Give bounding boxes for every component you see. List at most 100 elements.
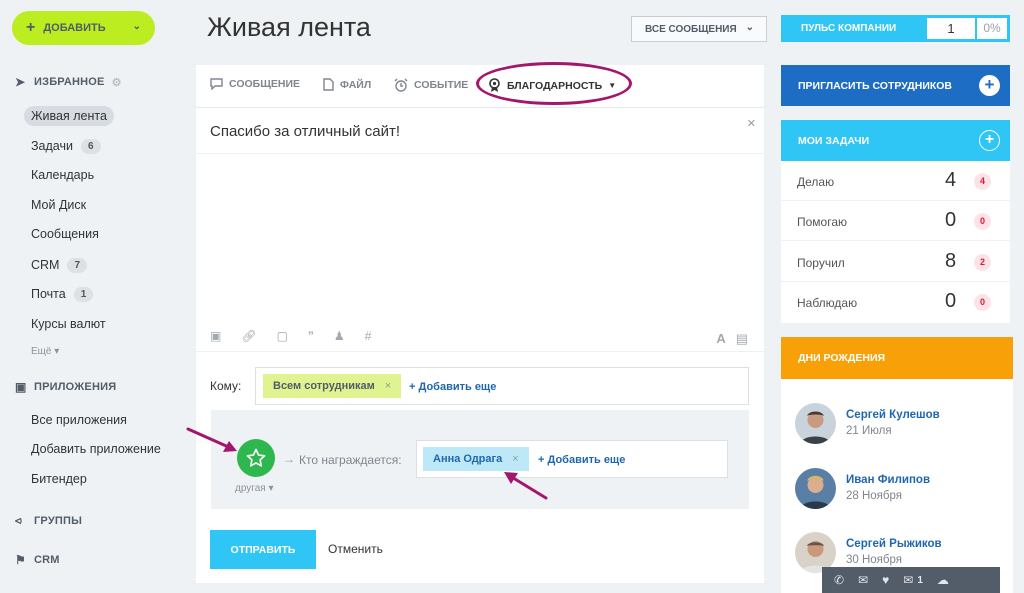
task-row[interactable]: Наблюдаю 0 0 — [781, 282, 1010, 322]
message-text[interactable]: Спасибо за отличный сайт! — [210, 123, 400, 140]
tab-message[interactable]: СООБЩЕНИЕ — [210, 78, 300, 90]
task-row[interactable]: Делаю 4 4 — [781, 161, 1010, 201]
count-badge: 6 — [80, 138, 101, 154]
sidebar-item-label: Битендер — [31, 472, 87, 486]
gratitude-badge-button[interactable] — [237, 439, 275, 477]
user-mention-icon[interactable]: ♟ — [334, 329, 345, 343]
birthdays-title: ДНИ РОЖДЕНИЯ — [798, 352, 886, 364]
sidebar-item-crm[interactable]: CRM 7 — [31, 255, 88, 275]
birthday-item[interactable]: Сергей Кулешов 21 Июля — [795, 403, 1005, 445]
add-more-awardees-link[interactable]: + Добавить еще — [538, 454, 625, 466]
pulse-value: 1 — [927, 18, 975, 39]
quote-icon[interactable]: ” — [308, 329, 314, 343]
gratitude-type-select[interactable]: другая ▾ — [235, 483, 274, 494]
sidebar-item-label: Курсы валют — [31, 317, 106, 331]
divider — [196, 351, 764, 352]
send-button[interactable]: ОТПРАВИТЬ — [210, 530, 316, 569]
task-row[interactable]: Поручил 8 2 — [781, 242, 1010, 282]
hashtag-icon[interactable]: # — [365, 329, 372, 343]
crm-section[interactable]: ⚑ CRM — [15, 553, 60, 567]
awardee-chip[interactable]: Анна Одрага × — [423, 447, 529, 471]
favorites-title: ИЗБРАННОЕ — [34, 76, 105, 88]
awardee-field[interactable]: Анна Одрага × + Добавить еще — [416, 440, 728, 478]
more-link[interactable]: Ещё ▾ — [31, 346, 59, 357]
sidebar-item-mail[interactable]: Почта 1 — [31, 284, 94, 304]
remove-icon[interactable]: × — [385, 380, 391, 392]
birthday-date: 30 Ноября — [846, 554, 902, 566]
recipient-chip[interactable]: Всем сотрудникам × — [263, 374, 402, 398]
plus-circle-icon: + — [979, 75, 1000, 96]
message-icon — [210, 78, 223, 90]
add-more-recipients-link[interactable]: + Добавить еще — [409, 381, 496, 393]
medal-icon — [489, 78, 500, 92]
sidebar-item-calendar[interactable]: Календарь — [31, 165, 94, 185]
sidebar-item-bitender[interactable]: Битендер — [31, 469, 87, 489]
messages-count: 1 — [917, 574, 923, 586]
sidebar-item-disk[interactable]: Мой Диск — [31, 195, 86, 215]
avatar — [795, 468, 836, 509]
close-icon[interactable]: ✕ — [747, 117, 756, 130]
task-count: 0 — [945, 290, 957, 312]
pulse-percent: 0% — [977, 18, 1007, 39]
bell-icon[interactable]: ♥︎ — [882, 573, 889, 587]
add-button[interactable]: + ДОБАВИТЬ ⌄ — [12, 11, 155, 45]
awardee-chip-label: Анна Одрага — [433, 453, 503, 465]
link-icon[interactable]: 🔗︎ — [241, 329, 256, 343]
birthday-item[interactable]: Иван Филипов 28 Ноября — [795, 468, 1005, 510]
chevron-down-icon: ⌄ — [132, 21, 141, 32]
task-count: 8 — [945, 250, 957, 272]
recipient-chip-label: Всем сотрудникам — [273, 380, 375, 392]
composer-tabs: СООБЩЕНИЕ ФАЙЛ СОБЫТИЕ БЛАГОДАРНОСТЬ ▼ — [196, 62, 764, 108]
chat-icon[interactable]: ✉︎ — [858, 573, 868, 587]
gratitude-panel: другая ▾ → Кто награждается: Анна Одрага… — [211, 410, 749, 509]
recipients-field[interactable]: Всем сотрудникам × + Добавить еще — [255, 367, 749, 405]
plus-icon: + — [26, 19, 36, 36]
divider — [196, 153, 764, 154]
add-more-label: Добавить еще — [547, 454, 626, 466]
phone-icon[interactable]: ✆ — [834, 573, 844, 587]
sidebar-item-add-app[interactable]: Добавить приложение — [31, 439, 161, 459]
filter-dropdown[interactable]: ВСЕ СООБЩЕНИЯ ⌄ — [631, 16, 767, 42]
add-button-label: ДОБАВИТЬ — [43, 22, 106, 34]
camera-icon[interactable]: ▢ — [277, 329, 288, 343]
tab-file[interactable]: ФАЙЛ — [323, 78, 371, 91]
birthday-name[interactable]: Иван Филипов — [846, 474, 930, 486]
tab-event[interactable]: СОБЫТИЕ — [394, 78, 468, 92]
birthday-name[interactable]: Сергей Кулешов — [846, 409, 940, 421]
video-icon[interactable]: ▣ — [210, 329, 221, 343]
cloud-icon[interactable]: ☁ — [937, 573, 949, 587]
text-format-icon[interactable]: A — [716, 331, 725, 347]
mail-icon[interactable]: ✉ — [903, 573, 913, 587]
sidebar-item-label: Все приложения — [31, 413, 127, 427]
sidebar-item-messages[interactable]: Сообщения — [31, 224, 99, 244]
tasks-title: МОИ ЗАДАЧИ — [798, 134, 870, 147]
pin-icon: ➤ — [15, 75, 26, 89]
task-count: 4 — [945, 169, 957, 191]
invite-employees-button[interactable]: ПРИГЛАСИТЬ СОТРУДНИКОВ + — [781, 65, 1010, 106]
sidebar-item-label: Почта — [31, 287, 66, 301]
awardee-label: Кто награждается: — [299, 453, 402, 467]
sidebar-item-currency[interactable]: Курсы валют — [31, 314, 106, 334]
tab-gratitude[interactable]: БЛАГОДАРНОСТЬ ▼ — [488, 78, 616, 93]
sidebar-item-label: Сообщения — [31, 227, 99, 241]
sidebar-item-label: Мой Диск — [31, 198, 87, 212]
add-task-icon[interactable]: + — [979, 130, 1000, 151]
gear-icon[interactable]: ⚙ — [112, 76, 122, 89]
sidebar-item-label: CRM — [31, 258, 60, 272]
messenger-bar: ✆ ✉︎ ♥︎ ✉ 1 ☁ — [822, 567, 1000, 593]
my-tasks-header[interactable]: МОИ ЗАДАЧИ + — [781, 120, 1010, 161]
groups-section[interactable]: ⪦ ГРУППЫ — [15, 513, 82, 528]
apps-section[interactable]: ▣ ПРИЛОЖЕНИЯ — [15, 380, 116, 394]
panel-toggle-icon[interactable]: ▤ — [736, 331, 748, 347]
cancel-button[interactable]: Отменить — [328, 542, 383, 556]
company-pulse[interactable]: ПУЛЬС КОМПАНИИ 1 0% — [781, 15, 1010, 42]
favorites-section[interactable]: ➤ ИЗБРАННОЕ ⚙ — [15, 75, 122, 89]
sidebar-item-all-apps[interactable]: Все приложения — [31, 410, 127, 430]
sidebar-item-tasks[interactable]: Задачи 6 — [31, 136, 101, 156]
sidebar-item-label: Задачи — [31, 139, 73, 153]
sidebar-item-feed[interactable]: Живая лента — [24, 106, 114, 126]
task-badge: 0 — [974, 213, 991, 230]
remove-icon[interactable]: × — [512, 453, 518, 465]
birthday-name[interactable]: Сергей Рыжиков — [846, 538, 942, 550]
task-row[interactable]: Помогаю 0 0 — [781, 201, 1010, 241]
